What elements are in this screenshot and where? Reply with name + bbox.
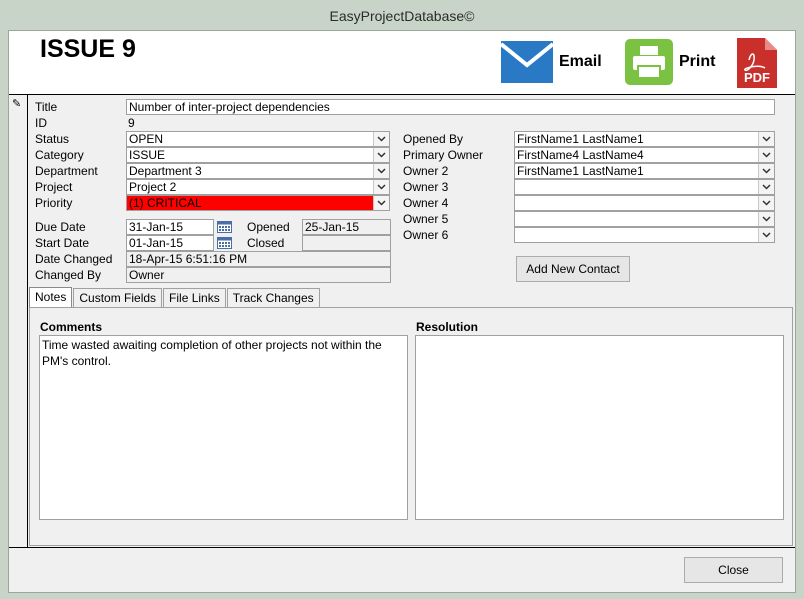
project-combo[interactable]: Project 2 [126,179,390,195]
changed-by-field: Owner [126,267,391,283]
comments-textarea[interactable]: Time wasted awaiting completion of other… [39,335,408,520]
priority-combo[interactable]: (1) CRITICAL [126,195,390,211]
chevron-down-icon[interactable] [373,132,389,146]
pdf-button[interactable]: PDF [737,38,777,88]
email-label: Email [559,53,602,70]
resolution-label: Resolution [416,320,478,334]
chevron-down-icon[interactable] [758,180,774,194]
category-value: ISSUE [129,148,166,162]
category-label: Category [35,148,84,162]
owner6-label: Owner 6 [403,228,449,242]
chevron-down-icon[interactable] [373,196,389,210]
owner2-value: FirstName1 LastName1 [517,164,644,178]
tab-track-changes[interactable]: Track Changes [226,288,320,308]
status-value: OPEN [129,132,164,146]
start-date-label: Start Date [35,236,90,250]
owner5-label: Owner 5 [403,212,449,226]
owner4-combo[interactable] [514,195,775,211]
due-date-field[interactable]: 31-Jan-15 [126,219,214,235]
id-value: 9 [128,116,135,130]
resolution-textarea[interactable] [415,335,784,520]
chevron-down-icon[interactable] [758,228,774,242]
print-label: Print [679,53,716,70]
window-title: EasyProjectDatabase© [0,0,804,30]
opened-label: Opened [247,220,290,234]
project-label: Project [35,180,73,194]
date-changed-field: 18-Apr-15 6:51:16 PM [126,251,391,267]
priority-value: (1) CRITICAL [129,196,202,210]
opened-by-value: FirstName1 LastName1 [517,132,644,146]
print-button[interactable]: Print [625,39,715,85]
printer-icon [625,39,673,85]
chevron-down-icon[interactable] [373,180,389,194]
id-label: ID [35,116,47,130]
department-label: Department [35,164,98,178]
calendar-icon[interactable] [215,219,233,235]
tab-strip: Notes Custom Fields File Links Track Cha… [29,287,321,308]
record-selector[interactable]: ✎ [9,95,28,547]
due-date-label: Due Date [35,220,86,234]
category-combo[interactable]: ISSUE [126,147,390,163]
owner3-combo[interactable] [514,179,775,195]
chevron-down-icon[interactable] [758,164,774,178]
chevron-down-icon[interactable] [758,196,774,210]
owner6-combo[interactable] [514,227,775,243]
add-new-contact-button[interactable]: Add New Contact [516,256,630,282]
email-button[interactable]: Email [501,41,602,83]
owner2-combo[interactable]: FirstName1 LastName1 [514,163,775,179]
title-field[interactable]: Number of inter-project dependencies [126,99,775,115]
primary-owner-combo[interactable]: FirstName4 LastName4 [514,147,775,163]
envelope-icon [501,41,553,83]
department-combo[interactable]: Department 3 [126,163,390,179]
tab-notes[interactable]: Notes [29,287,73,308]
pdf-icon: PDF [737,38,777,88]
owner4-label: Owner 4 [403,196,449,210]
chevron-down-icon[interactable] [758,132,774,146]
department-value: Department 3 [129,164,202,178]
pdf-label: PDF [744,70,770,85]
form-header: ISSUE 9 Email Print PDF [9,31,795,95]
changed-by-label: Changed By [35,268,102,282]
tab-custom-fields[interactable]: Custom Fields [73,288,163,308]
owner3-label: Owner 3 [403,180,449,194]
status-label: Status [35,132,70,146]
chevron-down-icon[interactable] [373,148,389,162]
opened-field: 25-Jan-15 [302,219,391,235]
chevron-down-icon[interactable] [758,148,774,162]
owner2-label: Owner 2 [403,164,449,178]
priority-label: Priority [35,196,73,210]
opened-by-combo[interactable]: FirstName1 LastName1 [514,131,775,147]
opened-by-label: Opened By [403,132,464,146]
primary-owner-label: Primary Owner [403,148,484,162]
date-changed-label: Date Changed [35,252,113,266]
calendar-icon[interactable] [215,235,233,251]
form-window: ISSUE 9 Email Print PDF ✎ Title ID Statu… [8,30,796,593]
close-button[interactable]: Close [684,557,783,583]
start-date-field[interactable]: 01-Jan-15 [126,235,214,251]
pencil-icon: ✎ [12,98,22,110]
record-title: ISSUE 9 [40,35,136,63]
notes-panel: Comments Time wasted awaiting completion… [29,307,793,546]
chevron-down-icon[interactable] [373,164,389,178]
primary-owner-value: FirstName4 LastName4 [517,148,644,162]
closed-field [302,235,391,251]
status-combo[interactable]: OPEN [126,131,390,147]
footer-divider [9,547,795,548]
closed-label: Closed [247,236,285,250]
chevron-down-icon[interactable] [758,212,774,226]
owner5-combo[interactable] [514,211,775,227]
title-label: Title [35,100,58,114]
tab-file-links[interactable]: File Links [163,288,226,308]
project-value: Project 2 [129,180,177,194]
comments-label: Comments [40,320,103,334]
